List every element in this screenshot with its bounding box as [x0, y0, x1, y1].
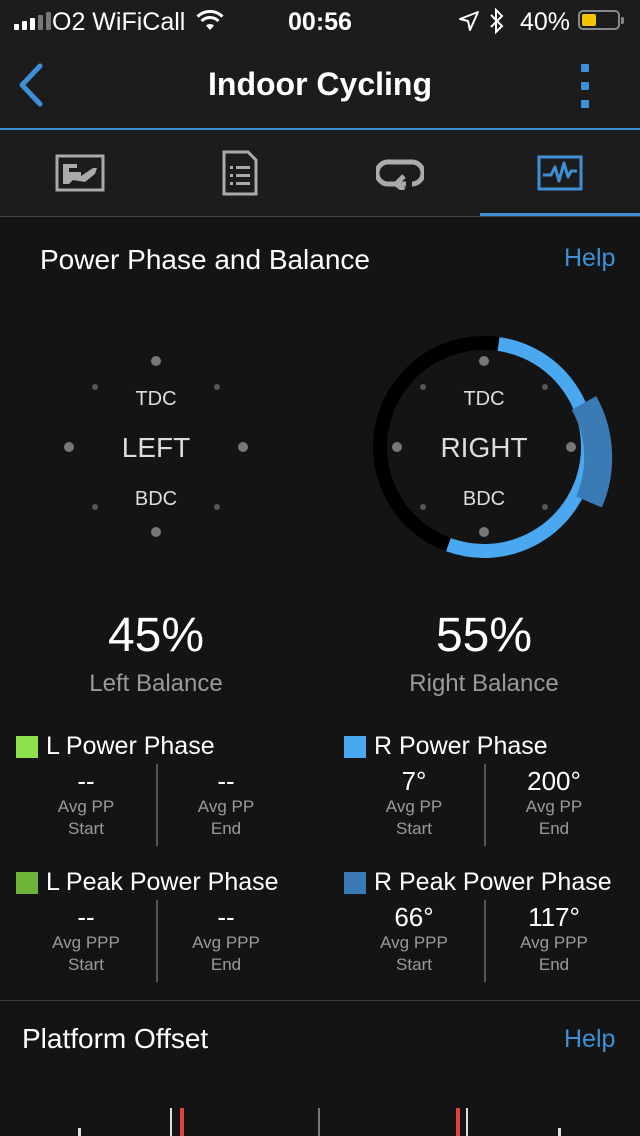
- stat-label: Avg PPP: [380, 933, 448, 952]
- tab-bar: [0, 130, 640, 217]
- left-pedal-diagram: TDC LEFT BDC: [26, 330, 286, 570]
- map-icon: [55, 154, 105, 192]
- stat-value: 117°: [528, 902, 580, 932]
- stat-label: Avg PPP: [192, 933, 260, 952]
- location-arrow-icon: [459, 11, 479, 31]
- stat-sublabel: Start: [396, 955, 432, 974]
- page-title: Indoor Cycling: [208, 66, 432, 102]
- right-bdc-label: BDC: [462, 488, 506, 510]
- stat-value: 200°: [527, 766, 581, 796]
- l-peak-power-phase-swatch: [16, 871, 38, 894]
- stat-value: --: [217, 766, 235, 796]
- l-power-phase-swatch: [16, 735, 38, 758]
- left-side-label: LEFT: [121, 432, 191, 463]
- section-divider: [0, 1000, 640, 1001]
- right-balance-label: Right Balance: [409, 670, 559, 697]
- legend-label: L Peak Power Phase: [46, 868, 279, 896]
- more-vertical-icon: [581, 64, 589, 72]
- stat-sublabel: Start: [396, 819, 432, 838]
- legend-l-peak-power-phase: L Peak Power Phase: [16, 868, 279, 897]
- stat-value: 66°: [394, 902, 434, 932]
- l-pp-start-stat: -- Avg PP Start: [16, 766, 156, 840]
- legend-r-peak-power-phase: R Peak Power Phase: [344, 868, 612, 897]
- legend-label: R Peak Power Phase: [374, 868, 612, 896]
- r-power-phase-swatch: [344, 735, 366, 758]
- tab-charts[interactable]: [480, 130, 640, 216]
- tab-laps[interactable]: [320, 130, 480, 216]
- platform-offset-ruler: [78, 1108, 561, 1136]
- stat-sublabel: Start: [68, 955, 104, 974]
- laps-icon: [376, 159, 424, 190]
- r-peak-power-phase-swatch: [344, 871, 366, 894]
- section-title-power-phase: Power Phase and Balance: [40, 244, 370, 275]
- battery-icon: [578, 10, 624, 30]
- right-pedal-diagram: TDC RIGHT BDC: [354, 330, 614, 570]
- r-ppp-end-stat: 117° Avg PPP End: [484, 902, 624, 976]
- stat-value: 7°: [401, 766, 427, 796]
- help-link-power-phase[interactable]: Help: [564, 244, 615, 273]
- stat-label: Avg PP: [57, 797, 115, 816]
- document-list-icon: [222, 150, 258, 196]
- battery-percent: 40%: [520, 8, 571, 36]
- left-tdc-label: TDC: [135, 388, 177, 410]
- legend-label: R Power Phase: [374, 732, 548, 760]
- right-balance-value: 55%: [435, 609, 533, 662]
- legend-l-power-phase: L Power Phase: [16, 732, 215, 761]
- tab-map[interactable]: [0, 130, 160, 216]
- section-title-platform-offset: Platform Offset: [22, 1023, 209, 1054]
- legend-r-power-phase: R Power Phase: [344, 732, 548, 761]
- r-ppp-start-stat: 66° Avg PPP Start: [344, 902, 484, 976]
- stat-sublabel: Start: [68, 819, 104, 838]
- legend-label: L Power Phase: [46, 732, 215, 760]
- help-link-platform-offset[interactable]: Help: [564, 1025, 615, 1054]
- stat-label: Avg PPP: [52, 933, 120, 952]
- stat-sublabel: End: [210, 819, 242, 838]
- l-ppp-start-stat: -- Avg PPP Start: [16, 902, 156, 976]
- left-balance-value: 45%: [107, 609, 205, 662]
- l-pp-end-stat: -- Avg PP End: [156, 766, 296, 840]
- stat-value: --: [217, 902, 235, 932]
- navigation-bar: Indoor Cycling: [0, 44, 640, 130]
- r-pp-start-stat: 7° Avg PP Start: [344, 766, 484, 840]
- left-bdc-label: BDC: [134, 488, 178, 510]
- r-pp-end-stat: 200° Avg PP End: [484, 766, 624, 840]
- left-balance-label: Left Balance: [89, 670, 223, 697]
- stat-sublabel: End: [210, 955, 242, 974]
- stat-value: --: [77, 902, 95, 932]
- stat-label: Avg PPP: [520, 933, 588, 952]
- stat-label: Avg PP: [197, 797, 255, 816]
- more-options-button[interactable]: [568, 62, 602, 110]
- right-side-label: RIGHT: [440, 432, 528, 463]
- l-ppp-end-stat: -- Avg PPP End: [156, 902, 296, 976]
- stat-label: Avg PP: [385, 797, 443, 816]
- stat-sublabel: End: [538, 955, 570, 974]
- right-tdc-label: TDC: [463, 388, 505, 410]
- stat-label: Avg PP: [525, 797, 583, 816]
- chart-icon: [537, 155, 583, 191]
- bluetooth-icon: [490, 8, 504, 34]
- stat-value: --: [77, 766, 95, 796]
- status-bar: O2 WiFiCall 00:56 40%: [0, 0, 640, 44]
- stat-sublabel: End: [538, 819, 570, 838]
- tab-details[interactable]: [160, 130, 320, 216]
